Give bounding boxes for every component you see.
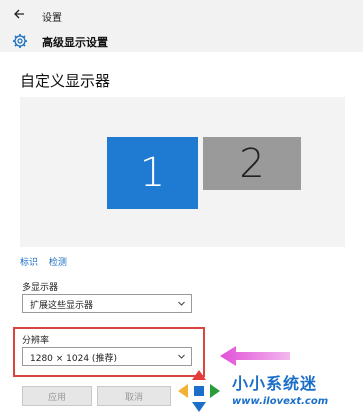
resolution-value: 1280 × 1024 (推荐) — [30, 354, 117, 364]
multi-display-label: 多显示器 — [22, 283, 59, 293]
page-header: 高级显示设置 — [0, 30, 363, 52]
multi-display-value: 扩展这些显示器 — [30, 301, 94, 311]
section-title: 自定义显示器 — [20, 72, 111, 90]
chevron-down-icon — [178, 301, 185, 306]
resolution-dropdown[interactable]: 1280 × 1024 (推荐) — [22, 347, 192, 366]
settings-window: 设置 高级显示设置 自定义显示器 1 2 标识 检测 多显示器 扩展这些显示器 … — [0, 0, 363, 419]
watermark-logo — [178, 370, 220, 412]
back-arrow-icon[interactable] — [12, 7, 26, 21]
title-bar: 设置 — [0, 0, 363, 30]
display-arrangement-preview: 1 2 — [20, 97, 345, 247]
monitor-2-tile[interactable]: 2 — [203, 137, 301, 190]
window-title: 设置 — [42, 13, 62, 24]
chevron-down-icon — [178, 354, 185, 359]
watermark-url: www.ilovext.com — [232, 396, 329, 407]
identify-link[interactable]: 标识 — [20, 258, 38, 268]
gear-icon — [13, 34, 27, 48]
apply-button[interactable]: 应用 — [22, 386, 92, 406]
display-links: 标识 检测 — [20, 255, 75, 268]
monitor-1-label: 1 — [139, 150, 166, 196]
monitor-1-tile[interactable]: 1 — [107, 137, 198, 209]
monitor-2-label: 2 — [239, 140, 265, 187]
detect-link[interactable]: 检测 — [49, 258, 67, 268]
cancel-button[interactable]: 取消 — [97, 386, 171, 406]
multi-display-dropdown[interactable]: 扩展这些显示器 — [22, 294, 192, 313]
watermark-name: 小小系统迷 — [232, 374, 318, 393]
arrow-left-icon — [220, 346, 290, 366]
page-title: 高级显示设置 — [42, 36, 108, 49]
resolution-label: 分辨率 — [22, 336, 50, 346]
